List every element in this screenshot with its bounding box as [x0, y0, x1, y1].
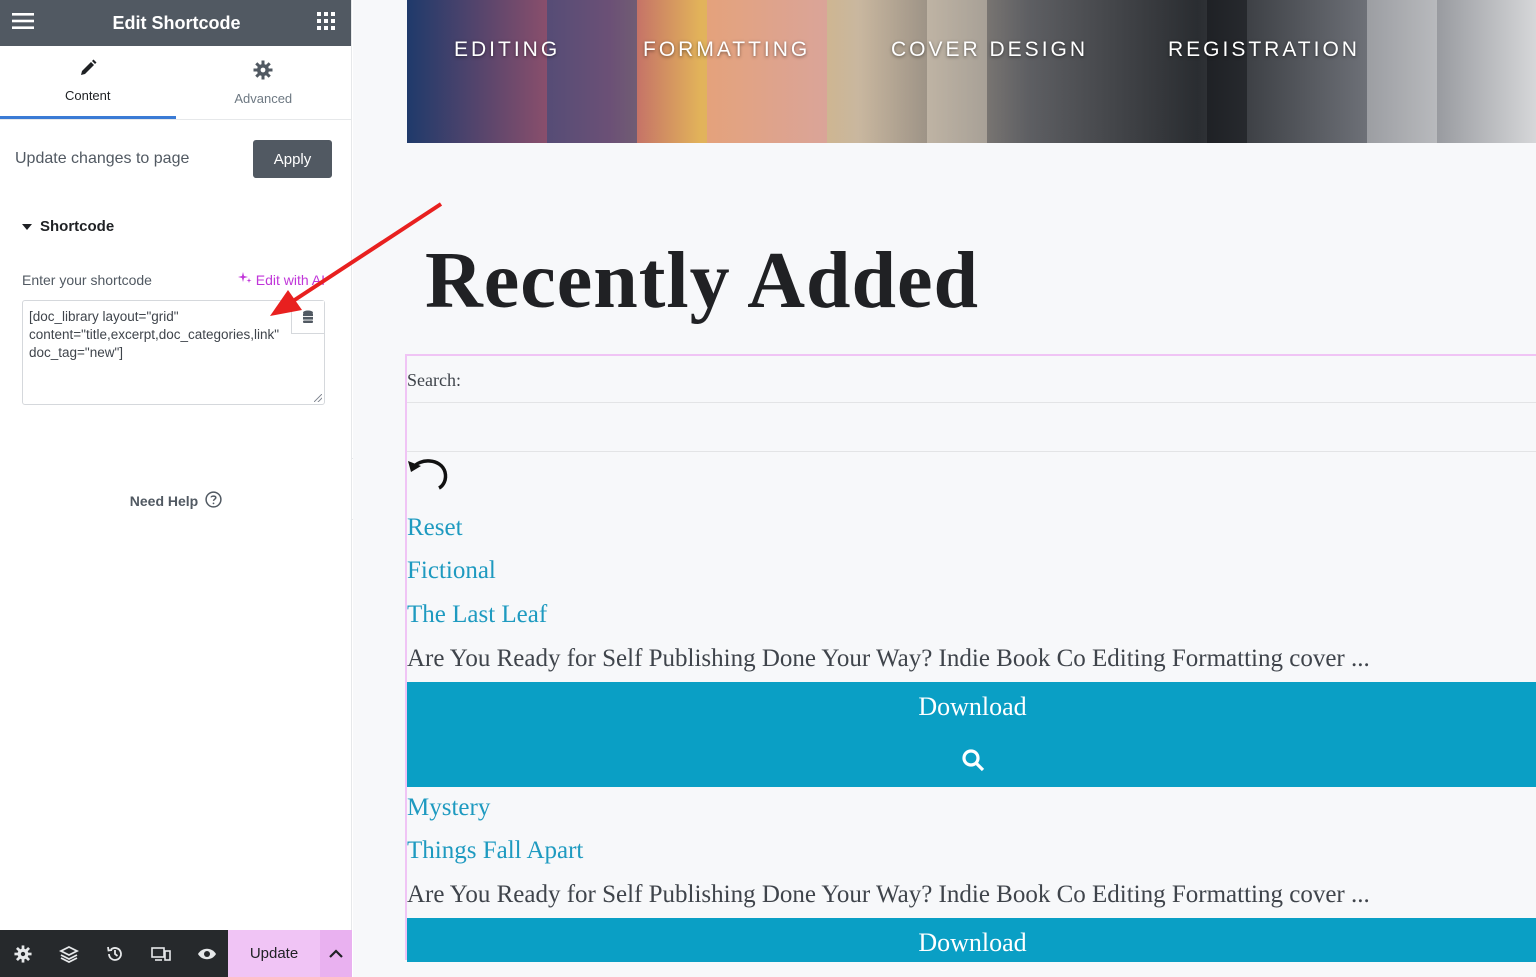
section-title: Shortcode [40, 218, 115, 235]
gear-icon [253, 60, 273, 83]
nav-item-registration[interactable]: REGISTRATION [1168, 38, 1360, 62]
dynamic-tags-button[interactable] [291, 301, 324, 334]
page-preview: EDITING FORMATTING COVER DESIGN REGISTRA… [353, 0, 1536, 977]
search-input[interactable] [407, 402, 1536, 452]
pencil-icon [79, 59, 97, 80]
preview-eye-icon[interactable] [184, 930, 230, 977]
hero-banner: EDITING FORMATTING COVER DESIGN REGISTRA… [407, 0, 1536, 143]
responsive-devices-icon[interactable] [138, 930, 184, 977]
shortcode-field-label: Enter your shortcode [22, 271, 152, 288]
panel-header: Edit Shortcode [0, 0, 351, 46]
shortcode-field-header: Enter your shortcode Edit with AI [0, 235, 351, 288]
nav-item-editing[interactable]: EDITING [454, 38, 560, 62]
help-circle-icon [205, 491, 222, 511]
hamburger-menu-icon[interactable] [12, 12, 36, 35]
resize-handle[interactable] [314, 394, 322, 402]
settings-gear-icon[interactable] [0, 930, 46, 977]
doc-library-widget: Search: Reset Fictional The Last Leaf Ar… [405, 354, 1536, 962]
download-block: Download [407, 918, 1536, 962]
caret-down-icon [22, 223, 32, 230]
layers-icon[interactable] [46, 930, 92, 977]
reset-undo-icon[interactable] [407, 454, 451, 492]
tab-content-label: Content [64, 88, 111, 103]
doc-title-link[interactable]: The Last Leaf [407, 601, 547, 629]
shortcode-section-toggle[interactable]: Shortcode [0, 178, 351, 235]
update-changes-label: Update changes to page [15, 150, 190, 167]
shortcode-input[interactable]: [doc_library layout="grid" content="titl… [23, 301, 324, 404]
need-help-link[interactable]: Need Help [0, 491, 352, 511]
history-icon[interactable] [92, 930, 138, 977]
shortcode-textarea-wrapper: [doc_library layout="grid" content="titl… [22, 300, 325, 405]
update-button[interactable]: Update [228, 930, 320, 977]
doc-excerpt: Are You Ready for Self Publishing Done Y… [407, 645, 1370, 672]
update-changes-row: Update changes to page Apply [0, 120, 351, 178]
database-icon [303, 310, 313, 323]
need-help-label: Need Help [129, 493, 199, 509]
edit-with-ai-label: Edit with AI [255, 271, 325, 288]
category-link[interactable]: Mystery [407, 794, 490, 822]
editor-panel: Edit Shortcode Content Advanced Update c… [0, 0, 352, 977]
doc-excerpt: Are You Ready for Self Publishing Done Y… [407, 881, 1370, 908]
download-button[interactable]: Download [407, 692, 1536, 722]
search-label: Search: [407, 370, 461, 390]
view-search-icon[interactable] [407, 748, 1536, 772]
widgets-grid-icon[interactable] [316, 11, 335, 35]
panel-tabs: Content Advanced [0, 46, 351, 120]
edit-with-ai-link[interactable]: Edit with AI [237, 271, 325, 288]
panel-title: Edit Shortcode [112, 12, 241, 33]
update-options-chevron-up-icon[interactable] [320, 930, 352, 977]
apply-button[interactable]: Apply [253, 140, 332, 178]
download-button[interactable]: Download [407, 928, 1536, 958]
doc-title-link[interactable]: Things Fall Apart [407, 837, 583, 865]
panel-footer: Update [0, 930, 352, 977]
page-title: Recently Added [425, 237, 979, 325]
download-block: Download [407, 682, 1536, 787]
nav-item-cover-design[interactable]: COVER DESIGN [891, 38, 1088, 62]
nav-item-formatting[interactable]: FORMATTING [643, 38, 810, 62]
reset-link[interactable]: Reset [407, 514, 463, 542]
tab-content[interactable]: Content [0, 46, 176, 119]
sparkle-icon [237, 271, 252, 288]
tab-advanced[interactable]: Advanced [176, 46, 352, 119]
category-link[interactable]: Fictional [407, 557, 496, 585]
tab-advanced-label: Advanced [234, 90, 293, 106]
